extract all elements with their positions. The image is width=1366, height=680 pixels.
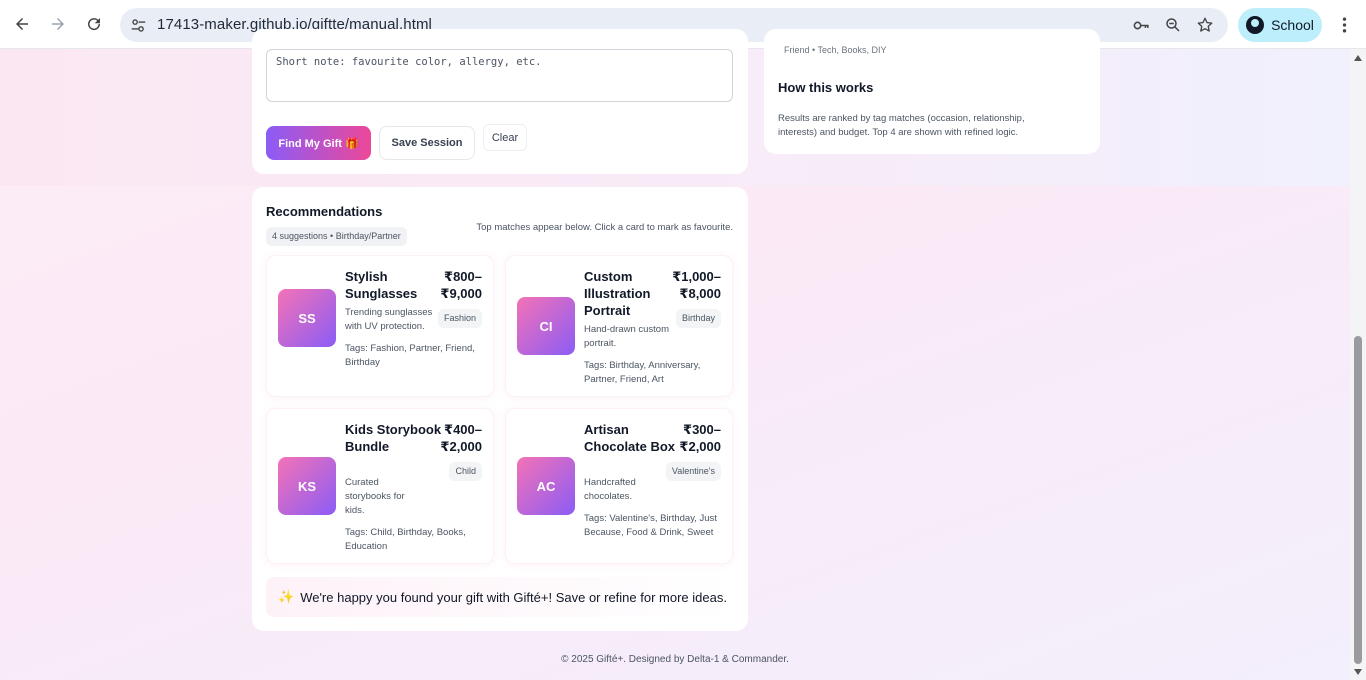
info-card: Friend • Tech, Books, DIY How this works… <box>764 29 1100 154</box>
gift-thumbnail: CI <box>517 297 575 355</box>
profile-tags-line: Friend • Tech, Books, DIY <box>784 45 887 55</box>
gift-card-sunglasses[interactable]: SS Stylish Sunglasses ₹800–₹9,000 Fashio… <box>266 255 494 397</box>
sparkle-icon: ✨ <box>278 589 295 604</box>
scroll-up-arrow-icon[interactable] <box>1354 55 1362 61</box>
star-icon <box>1197 17 1213 32</box>
success-banner: ✨ We're happy you found your gift with G… <box>266 577 733 617</box>
gift-category-badge: Child <box>449 462 482 481</box>
gift-thumbnail: KS <box>278 457 336 515</box>
page-scrollbar[interactable] <box>1350 49 1366 680</box>
how-it-works-text: Results are ranked by tag matches (occas… <box>778 113 1025 138</box>
clear-button[interactable]: Clear <box>483 124 527 151</box>
gift-description: Trending sunglasses with UV protection. <box>345 307 433 332</box>
zoom-button[interactable] <box>1163 15 1183 35</box>
password-button[interactable] <box>1131 15 1151 35</box>
find-my-gift-button[interactable]: Find My Gift 🎁 <box>266 126 371 160</box>
gift-tags: Tags: Valentine's, Birthday, Just Becaus… <box>584 513 717 538</box>
browser-menu-button[interactable] <box>1335 13 1353 37</box>
gift-price: ₹1,000–₹8,000 <box>672 269 721 301</box>
gift-tags: Tags: Child, Birthday, Books, Education <box>345 527 466 552</box>
gift-description: Handcrafted chocolates. <box>584 477 636 502</box>
gift-card-storybook[interactable]: KS Kids Storybook Bundle ₹400–₹2,000 Chi… <box>266 408 494 564</box>
site-info-button[interactable] <box>128 15 148 35</box>
save-session-button[interactable]: Save Session <box>379 126 475 160</box>
gift-category-badge: Valentine's <box>665 462 721 481</box>
gift-category-badge: Birthday <box>675 309 721 328</box>
gift-card-chocolate[interactable]: AC Artisan Chocolate Box ₹300–₹2,000 Val… <box>505 408 733 564</box>
gift-thumbnail: AC <box>517 457 575 515</box>
gift-price: ₹300–₹2,000 <box>679 422 721 454</box>
gift-tags: Tags: Birthday, Anniversary, Partner, Fr… <box>584 360 701 385</box>
forward-arrow-icon <box>52 18 64 30</box>
tune-icon <box>131 18 145 32</box>
profile-label: School <box>1271 17 1314 33</box>
gift-category-badge: Fashion <box>437 309 482 328</box>
kebab-menu-icon <box>1342 17 1346 33</box>
gift-thumbnail: SS <box>278 289 336 347</box>
profile-chip[interactable]: School <box>1238 8 1322 42</box>
recommendations-hint: Top matches appear below. Click a card t… <box>476 222 733 233</box>
summary-badge: 4 suggestions • Birthday/Partner <box>266 227 407 246</box>
back-button[interactable] <box>7 9 37 39</box>
gift-tags: Tags: Fashion, Partner, Friend, Birthday <box>345 343 475 368</box>
gift-description: Hand-drawn custom portrait. <box>584 324 670 349</box>
gift-form-card: Find My Gift 🎁 Save Session Clear <box>252 29 748 174</box>
reload-icon <box>88 18 101 31</box>
recommendations-title: Recommendations <box>266 204 383 219</box>
recommendations-card: Recommendations 4 suggestions • Birthday… <box>252 187 748 631</box>
page-content: Find My Gift 🎁 Save Session Clear Friend… <box>0 29 1350 680</box>
key-icon <box>1133 21 1149 29</box>
scroll-thumb[interactable] <box>1354 336 1362 664</box>
success-banner-text: We're happy you found your gift with Gif… <box>300 589 727 605</box>
reload-button[interactable] <box>79 9 109 39</box>
how-it-works-title: How this works <box>778 80 874 95</box>
page-footer: © 2025 Gifté+. Designed by Delta-1 & Com… <box>561 654 789 665</box>
note-textarea[interactable] <box>266 49 733 102</box>
gift-price: ₹800–₹9,000 <box>440 269 482 301</box>
gift-card-portrait[interactable]: CI Custom Illustration Portrait ₹1,000–₹… <box>505 255 733 397</box>
zoom-icon <box>1166 18 1180 32</box>
scroll-down-arrow-icon[interactable] <box>1354 669 1362 675</box>
gift-price: ₹400–₹2,000 <box>440 422 482 454</box>
profile-avatar-icon <box>1246 16 1265 34</box>
bookmark-button[interactable] <box>1195 15 1215 35</box>
forward-button[interactable] <box>43 9 73 39</box>
summary-badge-wrap: 4 suggestions • Birthday/Partner <box>266 226 407 246</box>
gift-description: Curated storybooks for kids. <box>345 477 405 516</box>
back-arrow-icon <box>16 18 28 30</box>
